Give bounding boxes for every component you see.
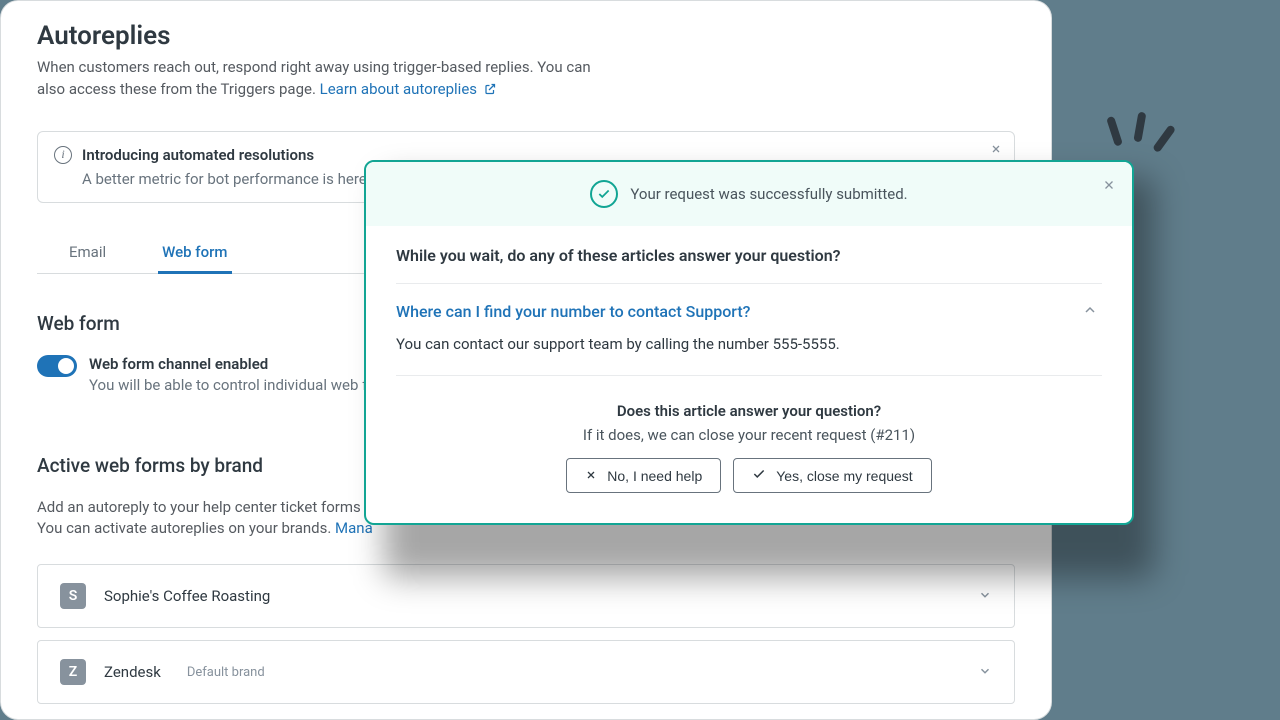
tab-email[interactable]: Email xyxy=(65,243,110,273)
learn-link-text: Learn about autoreplies xyxy=(320,80,477,98)
page-description-text: When customers reach out, respond right … xyxy=(37,58,591,98)
article-title-link[interactable]: Where can I find your number to contact … xyxy=(396,302,1102,321)
no-need-help-button[interactable]: No, I need help xyxy=(566,458,721,493)
x-icon xyxy=(585,468,597,484)
yes-btn-label: Yes, close my request xyxy=(776,468,912,484)
brand-initial-icon: S xyxy=(60,583,86,609)
request-submitted-modal: Your request was successfully submitted.… xyxy=(364,160,1134,525)
brand-row-zendesk[interactable]: Z Zendesk Default brand xyxy=(37,640,1015,704)
page-title: Autoreplies xyxy=(37,21,1015,51)
chevron-down-icon xyxy=(978,663,992,682)
chevron-up-icon[interactable] xyxy=(1082,302,1098,322)
toggle-label: Web form channel enabled xyxy=(89,355,376,373)
webform-enabled-toggle[interactable] xyxy=(37,355,77,377)
info-icon: i xyxy=(54,146,72,164)
no-btn-label: No, I need help xyxy=(607,468,702,484)
modal-heading: While you wait, do any of these articles… xyxy=(396,246,1102,265)
tab-web-form[interactable]: Web form xyxy=(158,243,231,274)
info-banner-close-button[interactable] xyxy=(990,142,1002,160)
modal-header: Your request was successfully submitted. xyxy=(366,162,1132,226)
prompt-title: Does this article answer your question? xyxy=(396,402,1102,420)
chevron-down-icon xyxy=(978,587,992,606)
brand-initial-icon: Z xyxy=(60,659,86,685)
modal-success-text: Your request was successfully submitted. xyxy=(630,185,907,203)
learn-link[interactable]: Learn about autoreplies xyxy=(320,80,496,98)
yes-close-request-button[interactable]: Yes, close my request xyxy=(733,458,931,493)
external-link-icon xyxy=(480,81,496,99)
brand-name: Sophie's Coffee Roasting xyxy=(104,587,270,605)
prompt-sub: If it does, we can close your recent req… xyxy=(396,426,1102,444)
brand-default-label: Default brand xyxy=(187,665,265,680)
article-body: You can contact our support team by call… xyxy=(396,335,1102,353)
suggested-article: Where can I find your number to contact … xyxy=(396,284,1102,375)
info-banner-title: Introducing automated resolutions xyxy=(82,146,314,164)
page-description: When customers reach out, respond right … xyxy=(37,57,597,101)
toggle-sub: You will be able to control individual w… xyxy=(89,376,376,394)
modal-close-button[interactable] xyxy=(1102,176,1116,197)
resolution-prompt: Does this article answer your question? … xyxy=(396,402,1102,493)
check-icon xyxy=(752,467,766,484)
brand-name: Zendesk xyxy=(104,663,161,681)
success-check-icon xyxy=(590,180,618,208)
